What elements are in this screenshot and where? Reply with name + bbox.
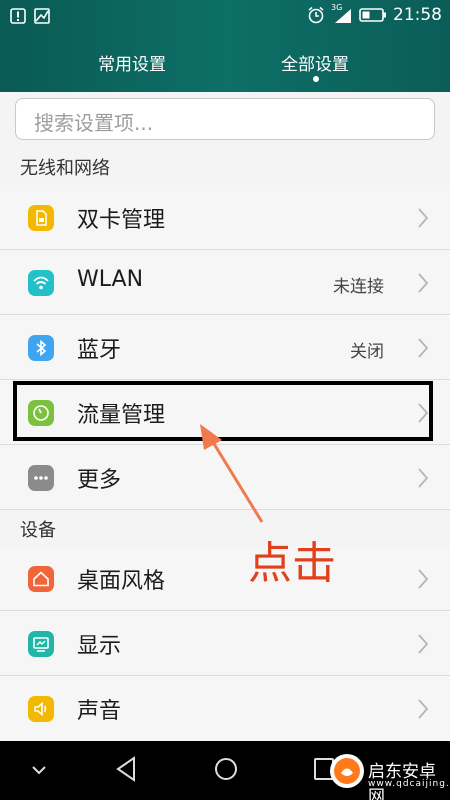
battery-icon bbox=[359, 8, 386, 22]
section-header-device: 设备 bbox=[0, 510, 450, 546]
row-label: 桌面风格 bbox=[77, 569, 166, 594]
more-icon bbox=[28, 465, 54, 491]
row-label: 蓝牙 bbox=[77, 338, 122, 363]
image-icon bbox=[34, 8, 50, 24]
highlight-box bbox=[13, 381, 433, 441]
settings-row-bluetooth[interactable]: 蓝牙 关闭 bbox=[0, 315, 450, 380]
settings-row-sound[interactable]: 声音 bbox=[0, 676, 450, 741]
settings-row-more[interactable]: 更多 bbox=[0, 445, 450, 510]
header: 3G 21:58 常用设置 全部设置 bbox=[0, 0, 450, 92]
chevron-right-icon bbox=[418, 273, 429, 293]
status-bar: 3G 21:58 bbox=[0, 0, 450, 34]
search-area: 搜索设置项... bbox=[0, 92, 450, 148]
settings-row-wlan[interactable]: WLAN 未连接 bbox=[0, 250, 450, 315]
chevron-right-icon bbox=[418, 208, 429, 228]
back-icon[interactable] bbox=[114, 755, 138, 783]
navigation-bar: 启东安卓网 www.qdcaijing.com bbox=[0, 741, 450, 800]
clock: 21:58 bbox=[393, 5, 442, 25]
sim-card-icon bbox=[28, 205, 54, 231]
search-placeholder: 搜索设置项... bbox=[34, 111, 154, 135]
wifi-icon bbox=[28, 270, 54, 296]
sound-icon bbox=[28, 696, 54, 722]
active-tab-indicator bbox=[313, 76, 319, 82]
display-icon bbox=[28, 631, 54, 657]
chevron-right-icon bbox=[418, 634, 429, 654]
row-value: 未连接 bbox=[333, 277, 384, 297]
chevron-right-icon bbox=[418, 699, 429, 719]
annotation-text: 点击 bbox=[248, 538, 336, 589]
search-input[interactable]: 搜索设置项... bbox=[15, 98, 435, 140]
home-icon[interactable] bbox=[213, 755, 239, 783]
tab-common-settings[interactable]: 常用设置 bbox=[98, 50, 166, 75]
chevron-down-icon[interactable] bbox=[30, 763, 48, 777]
row-label: 双卡管理 bbox=[77, 208, 166, 233]
row-label: 更多 bbox=[77, 468, 122, 493]
alarm-icon bbox=[308, 6, 324, 24]
device-list: 桌面风格 显示 声音 bbox=[0, 546, 450, 741]
row-label: 显示 bbox=[77, 634, 122, 659]
row-value: 关闭 bbox=[350, 342, 384, 362]
section-title: 设备 bbox=[20, 520, 56, 541]
watermark-logo-icon bbox=[330, 754, 364, 788]
settings-row-home-style[interactable]: 桌面风格 bbox=[0, 546, 450, 611]
settings-row-dual-sim[interactable]: 双卡管理 bbox=[0, 185, 450, 250]
signal-icon bbox=[335, 9, 351, 23]
row-label: WLAN bbox=[77, 267, 144, 292]
tab-bar: 常用设置 全部设置 bbox=[0, 44, 450, 84]
bluetooth-icon bbox=[28, 335, 54, 361]
chevron-right-icon bbox=[418, 569, 429, 589]
home-style-icon bbox=[28, 566, 54, 592]
chevron-right-icon bbox=[418, 468, 429, 488]
settings-row-display[interactable]: 显示 bbox=[0, 611, 450, 676]
wireless-list: 双卡管理 WLAN 未连接 蓝牙 关闭 流量管理 更多 bbox=[0, 185, 450, 510]
section-header-wireless: 无线和网络 bbox=[0, 148, 450, 185]
row-label: 声音 bbox=[77, 699, 122, 724]
info-icon bbox=[10, 8, 26, 24]
tab-all-settings[interactable]: 全部设置 bbox=[281, 50, 349, 75]
chevron-right-icon bbox=[418, 338, 429, 358]
section-title: 无线和网络 bbox=[20, 158, 110, 179]
watermark: 启东安卓网 www.qdcaijing.com bbox=[326, 745, 450, 800]
watermark-url: www.qdcaijing.com bbox=[368, 779, 450, 789]
